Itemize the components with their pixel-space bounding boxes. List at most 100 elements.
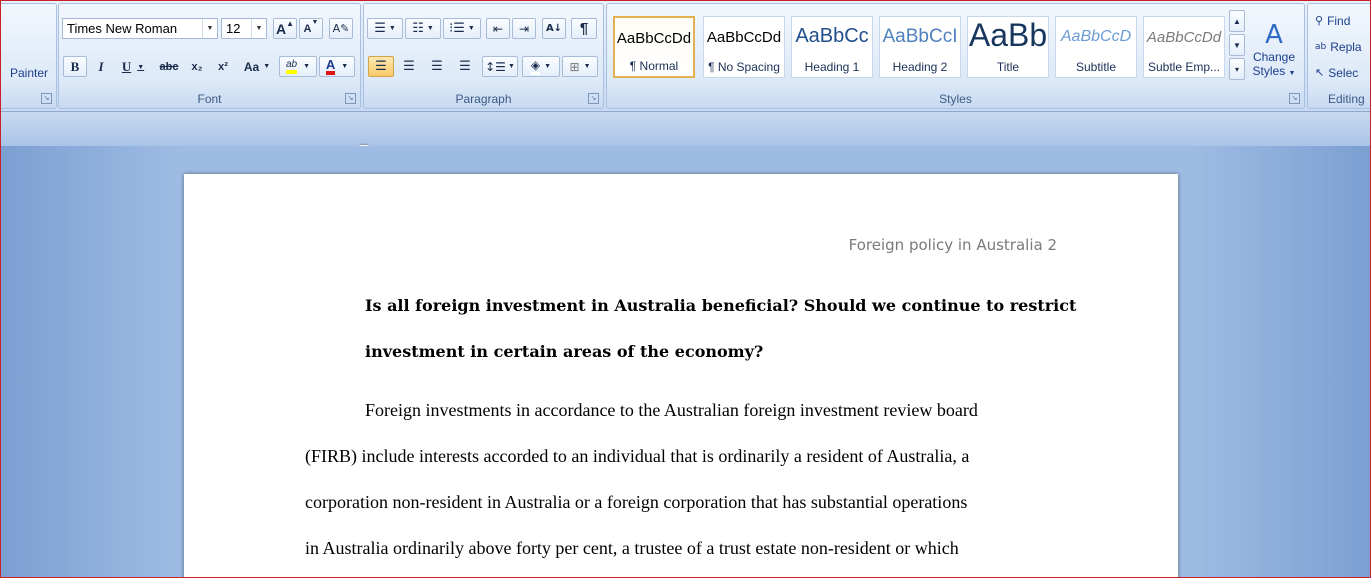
strikethrough-button[interactable]: abc (155, 56, 183, 77)
italic-icon: I (98, 58, 104, 74)
style-subtitle[interactable]: AaBbCcD Subtitle (1055, 16, 1137, 78)
styles-group: AaBbCcDd ¶ Normal AaBbCcDd ¶ No Spacing … (606, 3, 1305, 109)
highlight-button[interactable]: ab ▼ (279, 56, 317, 77)
style-sample: AaBbCc (795, 25, 869, 47)
replace-icon: ab (1315, 41, 1327, 52)
superscript-icon: x² (218, 60, 228, 73)
binoculars-icon: ⚲ (1315, 14, 1324, 27)
body-line[interactable]: Foreign investments in accordance to the… (365, 400, 978, 421)
show-formatting-button[interactable]: ¶ (571, 18, 597, 39)
align-center-button[interactable]: ☰ (396, 56, 422, 77)
style-no-spacing[interactable]: AaBbCcDd ¶ No Spacing (703, 16, 785, 78)
document-page[interactable]: Foreign policy in Australia 2 Is all for… (184, 174, 1178, 577)
body-line[interactable]: in Australia ordinarily above forty per … (305, 538, 959, 559)
font-dialog-launcher-icon[interactable]: ↘ (345, 93, 356, 104)
replace-label: Repla (1330, 39, 1362, 54)
style-normal[interactable]: AaBbCcDd ¶ Normal (613, 16, 695, 78)
replace-button[interactable]: ab Repla (1314, 36, 1370, 57)
body-line[interactable]: (FIRB) include interests accorded to an … (305, 446, 969, 467)
chevron-down-icon[interactable]: ▼ (202, 19, 217, 38)
font-group-label: Font (197, 92, 222, 106)
decrease-indent-button[interactable]: ⇤ (486, 18, 510, 39)
paragraph-dialog-launcher-icon[interactable]: ↘ (588, 93, 599, 104)
clipboard-dialog-launcher-icon[interactable]: ↘ (41, 93, 52, 104)
shading-button[interactable]: ◈ ▼ (522, 56, 560, 77)
gallery-scroll-up-icon[interactable]: ▲ (1229, 10, 1245, 32)
find-label: Find (1327, 13, 1351, 28)
numbered-list-icon: ☷ (412, 21, 424, 36)
format-painter-button[interactable]: Painter (4, 62, 54, 83)
justify-button[interactable]: ☰ (452, 56, 478, 77)
bold-button[interactable]: B (63, 56, 87, 77)
select-button[interactable]: ↖ Selec (1314, 62, 1370, 83)
styles-group-label: Styles (939, 92, 972, 106)
bold-icon: B (70, 58, 80, 74)
clear-formatting-icon: A✎ (332, 22, 350, 35)
align-left-icon: ☰ (375, 59, 387, 74)
borders-button[interactable]: ⊞ ▼ (562, 56, 598, 77)
align-left-button[interactable]: ☰ (368, 56, 394, 77)
bullets-button[interactable]: ☰ ▼ (367, 18, 403, 39)
decrease-indent-icon: ⇤ (492, 21, 504, 36)
underline-icon: U (121, 58, 132, 74)
style-name: Subtitle (1075, 60, 1117, 74)
change-case-button[interactable]: Aa ▼ (239, 56, 275, 77)
change-styles-label-line2: Styles ▼ (1252, 64, 1296, 78)
strikethrough-icon: abc (159, 60, 179, 73)
superscript-button[interactable]: x² (211, 56, 235, 77)
change-case-icon: Aa (243, 59, 260, 74)
font-size-value: 12 (226, 21, 241, 36)
align-center-icon: ☰ (403, 59, 415, 74)
style-heading-2[interactable]: AaBbCcI Heading 2 (879, 16, 961, 78)
style-sample: AaBbCcDd (616, 30, 692, 47)
style-name: ¶ Normal (629, 59, 679, 73)
grow-font-button[interactable]: A ▲ (273, 18, 297, 39)
gallery-scroll-down-icon[interactable]: ▼ (1229, 34, 1245, 56)
multilevel-list-button[interactable]: ⁝☰ ▼ (443, 18, 481, 39)
heading-line[interactable]: investment in certain areas of the econo… (365, 342, 763, 361)
style-name: Title (996, 60, 1020, 74)
find-button[interactable]: ⚲ Find (1314, 10, 1370, 31)
numbering-button[interactable]: ☷ ▼ (405, 18, 441, 39)
shrink-font-button[interactable]: A ▼ (299, 18, 323, 39)
grow-font-icon: A (275, 20, 287, 37)
chevron-down-icon[interactable]: ▼ (251, 19, 266, 38)
clipboard-group: Painter ↘ (1, 3, 57, 109)
style-subtle-emphasis[interactable]: AaBbCcDd Subtle Emp... (1143, 16, 1225, 78)
font-color-button[interactable]: A ▼ (319, 56, 355, 77)
align-right-button[interactable]: ☰ (424, 56, 450, 77)
select-label: Selec (1328, 65, 1359, 80)
style-heading-1[interactable]: AaBbCc Heading 1 (791, 16, 873, 78)
format-painter-label: Painter (9, 65, 49, 80)
style-name: Heading 1 (804, 60, 860, 74)
highlighter-icon: ab (285, 59, 298, 74)
styles-dialog-launcher-icon[interactable]: ↘ (1289, 93, 1300, 104)
gallery-more-icon[interactable]: ▾ (1229, 58, 1245, 80)
style-sample: AaBb (968, 17, 1048, 53)
paragraph-group: ☰ ▼ ☷ ▼ ⁝☰ ▼ ⇤ ⇥ A↓ ¶ ☰ ☰ ☰ ☰ ↕☰ ▼ ◈ ▼ ⊞… (363, 3, 604, 109)
ruler-bar (1, 112, 1370, 146)
font-size-combo[interactable]: 12 ▼ (221, 18, 267, 39)
document-workspace: Foreign policy in Australia 2 Is all for… (1, 146, 1370, 577)
border-grid-icon: ⊞ (569, 59, 580, 74)
bullet-list-icon: ☰ (374, 21, 386, 36)
font-name-combo[interactable]: Times New Roman ▼ (62, 18, 218, 39)
subscript-button[interactable]: x₂ (185, 56, 209, 77)
word-window: Painter ↘ Times New Roman ▼ 12 ▼ A ▲ A ▼ A… (0, 0, 1371, 578)
increase-indent-icon: ⇥ (518, 21, 530, 36)
justify-icon: ☰ (459, 59, 471, 74)
clear-formatting-button[interactable]: A✎ (329, 18, 353, 39)
increase-indent-button[interactable]: ⇥ (512, 18, 536, 39)
shrink-font-icon: A (303, 22, 312, 35)
paint-bucket-icon: ◈ (530, 58, 541, 75)
sort-button[interactable]: A↓ (542, 18, 566, 39)
italic-button[interactable]: I (89, 56, 113, 77)
line-spacing-button[interactable]: ↕☰ ▼ (482, 56, 518, 77)
underline-button[interactable]: U ▼ (115, 56, 151, 77)
page-header[interactable]: Foreign policy in Australia 2 (849, 236, 1057, 254)
style-sample: AaBbCcI (882, 26, 958, 47)
style-title[interactable]: AaBb Title (967, 16, 1049, 78)
heading-line[interactable]: Is all foreign investment in Australia b… (365, 296, 1076, 315)
change-styles-button[interactable]: A Change Styles ▼ (1248, 10, 1300, 88)
body-line[interactable]: corporation non-resident in Australia or… (305, 492, 967, 513)
